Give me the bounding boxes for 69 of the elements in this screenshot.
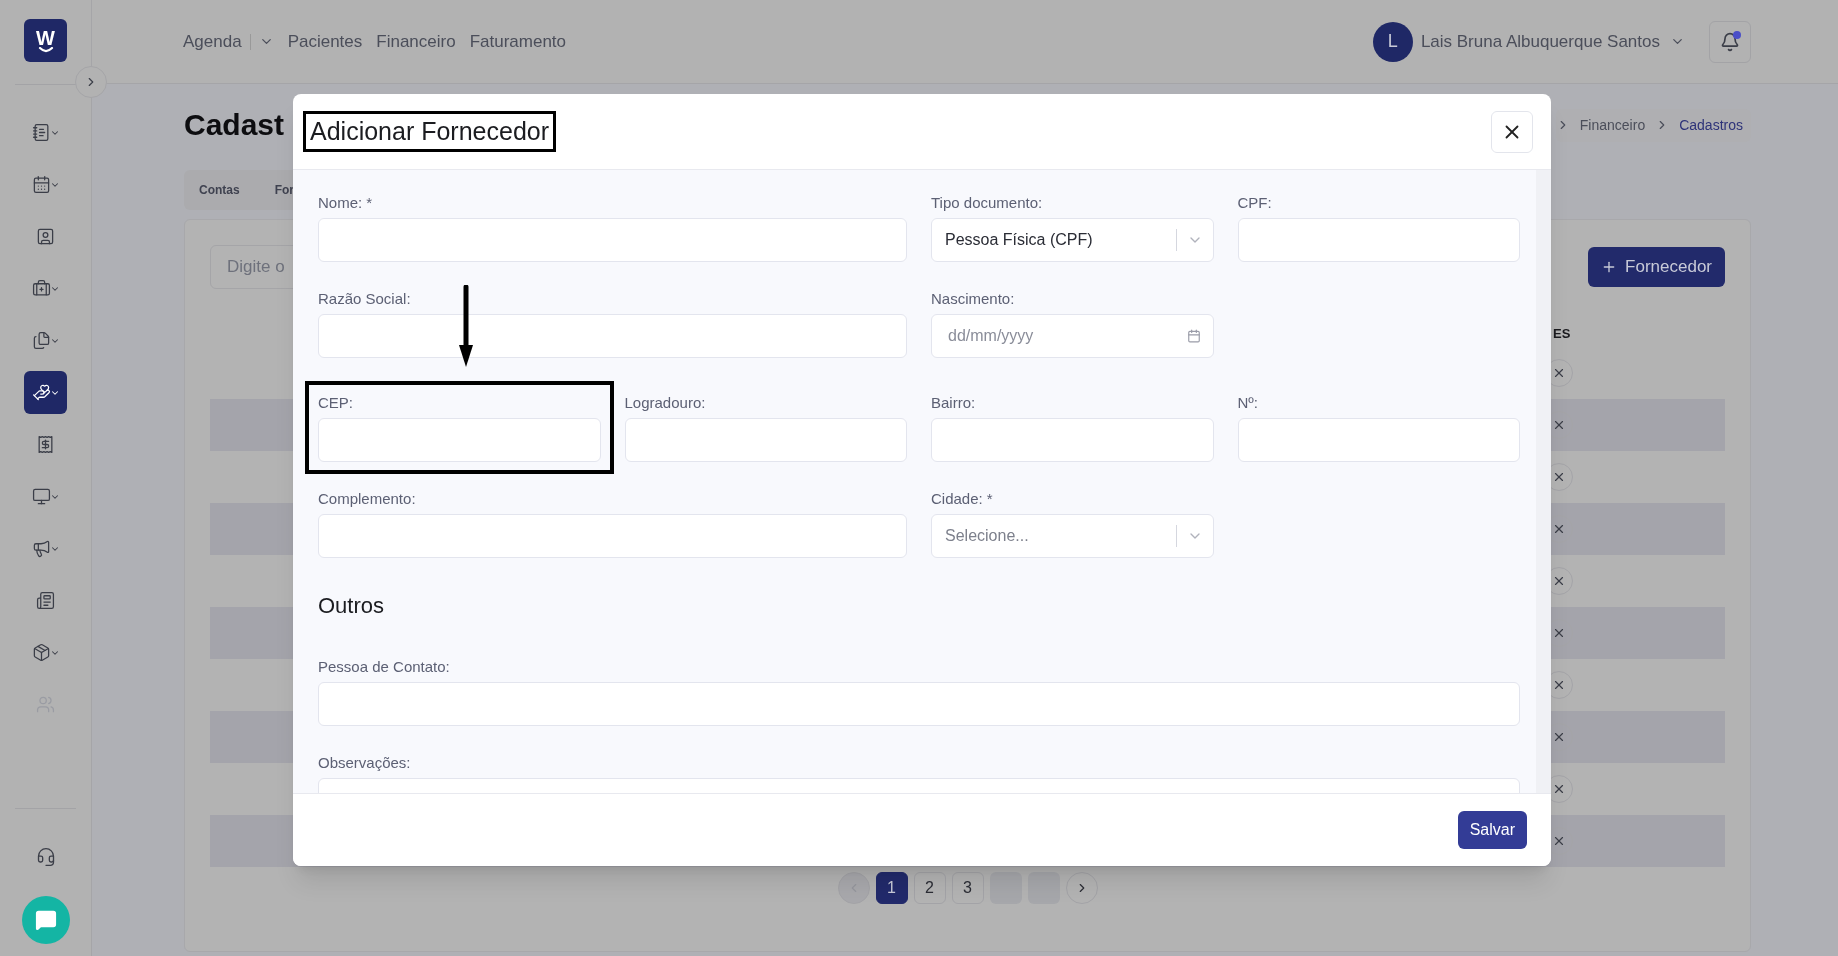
text-field[interactable] (318, 218, 907, 262)
select-field[interactable]: Pessoa Física (CPF) (931, 218, 1214, 262)
select-value: Pessoa Física (CPF) (945, 230, 1094, 250)
field-label: Tipo documento: (931, 194, 1044, 212)
field-label: Pessoa de Contato: (318, 658, 451, 676)
nav-link[interactable]: Financeiro (376, 28, 456, 55)
tab[interactable]: Contas (199, 181, 240, 199)
field-label: Complemento: (318, 490, 417, 508)
page-placeholder (1027, 872, 1060, 904)
sidebar-item[interactable] (24, 371, 67, 414)
tab[interactable]: For (274, 181, 294, 199)
close-icon (1552, 366, 1566, 380)
date-input[interactable]: dd/mm/yyyy (948, 324, 1187, 348)
scrollbar-track[interactable] (1536, 170, 1551, 793)
text-field[interactable] (1237, 418, 1520, 462)
breadcrumb-link[interactable]: Financeiro (1579, 114, 1646, 136)
field-label: Razão Social: (318, 290, 412, 308)
page-button[interactable]: 3 (951, 872, 984, 904)
section-title: Outros (318, 592, 386, 620)
text-field[interactable] (318, 514, 907, 558)
chat-icon (34, 909, 57, 931)
nav-link[interactable]: Agenda (183, 28, 242, 55)
select-field[interactable]: Selecione... (931, 514, 1214, 558)
user-name[interactable]: Lais Bruna Albuquerque Santos (1420, 28, 1660, 55)
field-label: Logradouro: (624, 394, 707, 412)
column-header: ES (1553, 325, 1571, 344)
chat-button[interactable] (21, 896, 70, 944)
close-icon (1552, 418, 1566, 432)
date-field[interactable]: dd/mm/yyyy (931, 314, 1214, 358)
field-label: CPF: (1237, 194, 1273, 212)
save-button[interactable]: Salvar (1457, 811, 1527, 849)
field-label: Nº: (1237, 394, 1259, 412)
select-placeholder: Selecione... (945, 526, 1030, 546)
text-field[interactable] (318, 418, 601, 462)
close-icon (1552, 730, 1566, 744)
close-icon (1552, 522, 1566, 536)
page-button[interactable]: 2 (913, 872, 946, 904)
field-label: Bairro: (931, 394, 977, 412)
text-field[interactable] (1237, 218, 1520, 262)
dialog-title: Adicionar Fornecedor (303, 111, 556, 152)
app-logo[interactable]: W (24, 19, 67, 62)
close-button[interactable] (1491, 110, 1533, 153)
bell-icon (1720, 31, 1740, 52)
text-field[interactable] (318, 314, 907, 358)
field-label: CEP: (318, 394, 354, 412)
close-icon (1552, 574, 1566, 588)
text-field[interactable] (931, 418, 1214, 462)
field-label: Cidade: * (931, 490, 994, 508)
page-placeholder (989, 872, 1022, 904)
close-icon (1552, 782, 1566, 796)
field-label: Observações: (318, 754, 412, 772)
close-icon (1552, 470, 1566, 484)
close-icon (1552, 626, 1566, 640)
notifications-button[interactable] (1709, 20, 1751, 63)
support-icon[interactable] (35, 847, 56, 867)
user-avatar[interactable]: L (1372, 21, 1413, 62)
close-icon (1552, 834, 1566, 848)
text-field[interactable] (624, 418, 907, 462)
nav-link[interactable]: Pacientes (287, 28, 363, 55)
field-label: Nascimento: (931, 290, 1016, 308)
add-supplier-button[interactable]: Fornecedor (1588, 247, 1725, 287)
page-title: Cadast (184, 108, 285, 142)
page-button[interactable]: 1 (875, 872, 908, 904)
text-field[interactable] (318, 682, 1520, 726)
close-icon (1552, 678, 1566, 692)
breadcrumb-link[interactable]: Cadastros (1679, 114, 1743, 136)
field-label: Nome: * (318, 194, 374, 212)
nav-link[interactable]: Faturamento (469, 28, 567, 55)
calendar-icon (1186, 329, 1201, 343)
